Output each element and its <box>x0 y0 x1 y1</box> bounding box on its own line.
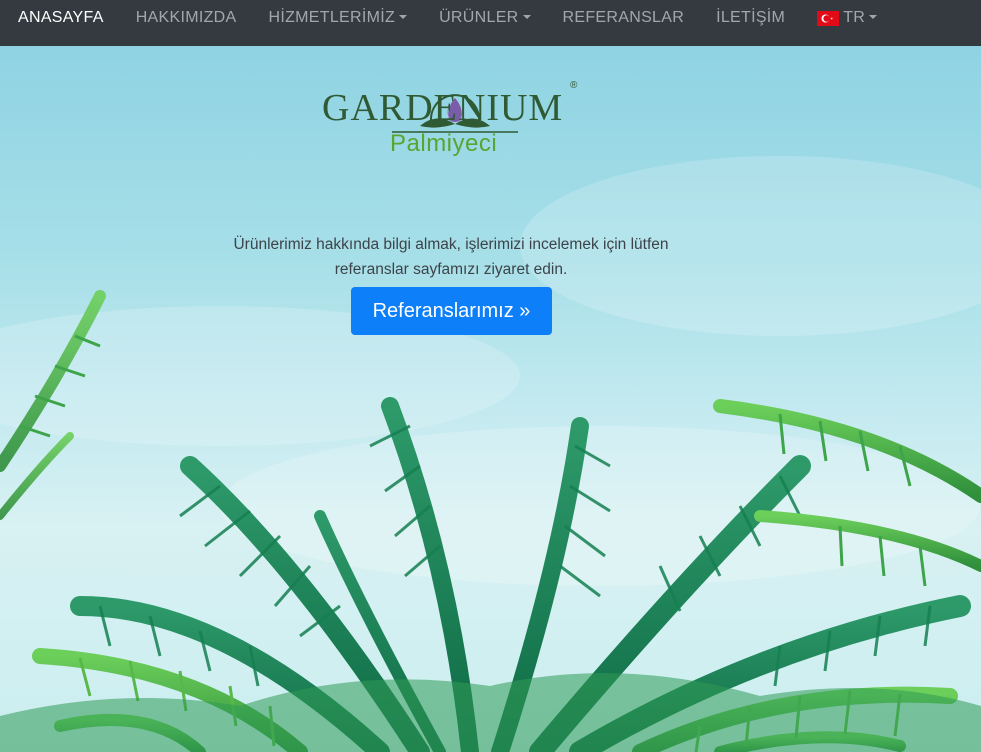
nav-item-hakkimizda[interactable]: HAKKIMIZDA <box>136 0 237 46</box>
logo-brand-text: GARDENIUM <box>322 87 564 129</box>
language-dropdown[interactable]: TR <box>817 0 878 46</box>
nav-item-urunler[interactable]: ÜRÜNLER <box>439 0 531 46</box>
nav-label: ÜRÜNLER <box>439 9 519 26</box>
nav-label: HAKKIMIZDA <box>135 9 237 26</box>
nav-item-referanslar[interactable]: REFERANSLAR <box>563 0 685 46</box>
referanslarimiz-button[interactable]: Referanslarımız » <box>351 287 552 335</box>
nav-label: HİZMETLERİMİZ <box>268 9 396 26</box>
nav-item-hizmetlerimiz[interactable]: HİZMETLERİMİZ <box>269 0 408 46</box>
nav-item-iletisim[interactable]: İLETİŞİM <box>716 0 785 46</box>
caret-down-icon <box>522 15 531 19</box>
nav-label: İLETİŞİM <box>716 9 786 26</box>
logo-subtitle: Palmiyeci <box>390 130 498 157</box>
turkey-flag-icon <box>817 10 840 26</box>
hero-section: GARDENIUM ® Palmiyeci Ürünlerimiz hakkın… <box>0 46 981 752</box>
nav-label: REFERANSLAR <box>562 9 685 26</box>
top-navbar: ANASAYFA HAKKIMIZDA HİZMETLERİMİZ ÜRÜNLE… <box>0 0 981 46</box>
language-label: TR <box>843 9 866 26</box>
caret-down-icon <box>399 15 408 19</box>
nav-label: ANASAYFA <box>18 9 104 26</box>
nav-item-anasayfa[interactable]: ANASAYFA <box>18 0 104 46</box>
caret-down-icon <box>869 15 878 19</box>
registered-mark: ® <box>570 80 578 91</box>
hero-lead-text: Ürünlerimiz hakkında bilgi almak, işleri… <box>233 236 669 278</box>
